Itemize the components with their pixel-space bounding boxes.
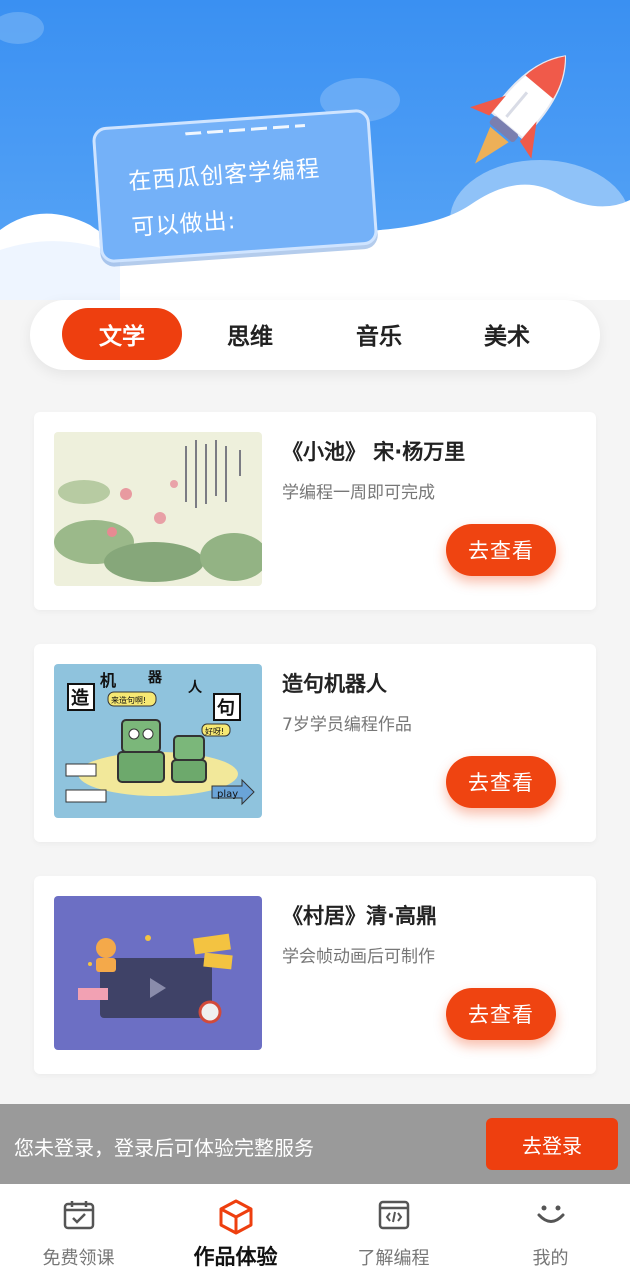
login-prompt-text: 您未登录，登录后可体验完整服务: [14, 1136, 314, 1160]
robot-illustration-image: 机 器 人 造 句 来造句啊! 好呀! play: [54, 664, 262, 818]
nav-mine[interactable]: 我的: [472, 1184, 629, 1280]
nav-free-course[interactable]: 免费领课: [0, 1184, 157, 1280]
rocket-icon: [470, 55, 566, 164]
code-window-icon: [378, 1200, 409, 1230]
smiley-icon: [537, 1205, 564, 1223]
calendar-check-icon: [63, 1201, 94, 1230]
tab-literature[interactable]: 文学: [62, 308, 182, 360]
robot-text-5: 句: [217, 697, 235, 719]
nav-label: 作品体验: [193, 1245, 278, 1269]
view-button[interactable]: 去查看: [446, 988, 556, 1040]
hero-banner: 在西瓜创客学编程 可以做出:: [0, 0, 630, 300]
card-title: 《小池》 宋·杨万里: [282, 440, 466, 464]
hero-title-line2: 可以做出:: [130, 208, 238, 242]
board-dash-decoration: [185, 123, 306, 136]
hero-title-line1: 在西瓜创客学编程: [127, 156, 321, 196]
tab-art[interactable]: 美术: [447, 308, 567, 360]
work-card: 《小池》 宋·杨万里 学编程一周即可完成 去查看: [34, 412, 596, 610]
robot-text-1: 机: [100, 671, 116, 690]
login-button[interactable]: 去登录: [486, 1118, 618, 1170]
nav-label: 免费领课: [42, 1248, 115, 1269]
card-subtitle: 学会帧动画后可制作: [282, 947, 435, 967]
work-card: 机 器 人 造 句 来造句啊! 好呀! play 造句机器人 7岁学员编程作品 …: [34, 644, 596, 842]
play-arrow-label: play: [217, 789, 238, 800]
video-player-illustration-image: [54, 896, 262, 1050]
nav-learn-coding[interactable]: 了解编程: [315, 1184, 472, 1280]
category-tabs: 文学 思维 音乐 美术: [30, 300, 600, 370]
card-subtitle: 7岁学员编程作品: [282, 715, 412, 735]
cube-icon: [219, 1199, 252, 1235]
card-subtitle: 学编程一周即可完成: [282, 483, 435, 503]
nav-label: 了解编程: [357, 1248, 430, 1269]
login-prompt-bar: 您未登录，登录后可体验完整服务 去登录: [0, 1104, 630, 1184]
hero-board: 在西瓜创客学编程 可以做出:: [91, 108, 379, 264]
work-card: 《村居》清·高鼎 学会帧动画后可制作 去查看: [34, 876, 596, 1074]
nav-label: 我的: [532, 1248, 569, 1269]
robot-text-2: 器: [147, 670, 163, 686]
robot-text-3: 人: [188, 679, 203, 696]
view-button[interactable]: 去查看: [446, 756, 556, 808]
nav-works[interactable]: 作品体验: [157, 1184, 314, 1280]
speech-bubble-2: 好呀!: [205, 726, 224, 736]
robot-text-4: 造: [71, 687, 89, 709]
lotus-painting-image: [54, 432, 262, 586]
card-title: 造句机器人: [282, 672, 387, 696]
tab-music[interactable]: 音乐: [319, 308, 439, 360]
view-button[interactable]: 去查看: [446, 524, 556, 576]
tab-thinking[interactable]: 思维: [190, 308, 310, 360]
speech-bubble-1: 来造句啊!: [111, 695, 146, 705]
card-title: 《村居》清·高鼎: [282, 904, 437, 928]
bottom-nav: 免费领课 作品体验 了解编程 我的: [0, 1184, 630, 1280]
